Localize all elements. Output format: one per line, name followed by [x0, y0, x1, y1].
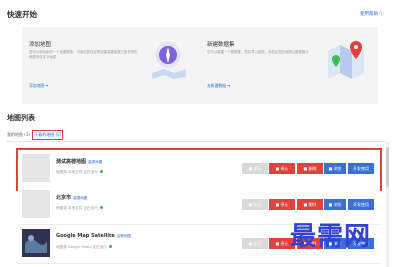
stop-button[interactable]: ■ 停止 [269, 199, 295, 210]
dev-use-button[interactable]: 开发使用 [348, 199, 374, 210]
list-scrollbar[interactable] [386, 142, 389, 267]
stop-button[interactable]: ■ 停止 [269, 163, 295, 174]
create-dataset-title: 新建数据集 [207, 42, 235, 48]
map-pin-illustration-icon [328, 41, 364, 79]
map-name: 北京市 高德地图 [56, 195, 88, 201]
tab-my-maps[interactable]: 我的地图 (3) [7, 132, 30, 138]
delete-button[interactable]: ■ 删除 [297, 199, 323, 210]
scrollbar-thumb[interactable] [386, 147, 389, 187]
list-divider [7, 141, 385, 142]
quick-start-title: 快速开始 [7, 10, 37, 19]
browse-button[interactable]: ■ 浏览 [324, 163, 346, 174]
map-row[interactable]: 测试高德地图 高德地图 地图源 本地文件 正在运行 ■ 运行 ■ 停止 ■ 删除 … [16, 148, 382, 191]
map-meta: 地图源 本地文件 正在运行 [56, 206, 103, 211]
map-type-badge: 高德地图 [73, 196, 88, 200]
watermark: 最需网 [290, 222, 372, 252]
add-map-desc: 您可以添加新的一个地图服务，可添加您在谷歌或者高德或其它服务商的地图来自定义地图 [29, 50, 138, 60]
run-button[interactable]: ■ 运行 [242, 163, 268, 174]
add-map-title: 添加地图 [29, 42, 52, 48]
map-meta: 地图源 本地文件 正在运行 [56, 170, 103, 175]
run-button[interactable]: ■ 运行 [242, 199, 268, 210]
create-dataset-link[interactable]: 去新建数据 ➔ [207, 83, 230, 89]
delete-button[interactable]: ■ 删除 [297, 163, 323, 174]
map-list-title: 地图列表 [7, 114, 35, 122]
help-link[interactable]: 使用帮助 ⓘ [360, 11, 384, 17]
tab-downloaded-maps[interactable]: 下载的地图 (0) [32, 130, 64, 140]
create-dataset-card[interactable]: 新建数据集 您可以新建一个数据集，然后导入数据，添加至您的地图以数据展示 去新建… [200, 27, 378, 104]
create-dataset-desc: 您可以新建一个数据集，然后导入数据，添加至您的地图以数据展示 [207, 50, 309, 54]
status-dot-icon [108, 245, 112, 248]
map-type-badge: 谷歌地图 [116, 234, 132, 238]
add-map-card[interactable]: 添加地图 您可以添加新的一个地图服务，可添加您在谷歌或者高德或其它服务商的地图来… [22, 27, 200, 104]
map-name: Google Map Satellite 谷歌地图 [56, 233, 132, 239]
map-list-tabs: 我的地图 (3) 下载的地图 (0) [7, 130, 64, 140]
compass-illustration-icon [152, 42, 186, 79]
add-map-link[interactable]: 添加地图 ➔ [29, 83, 49, 89]
status-dot-icon [99, 206, 103, 209]
dev-use-button[interactable]: 开发使用 [348, 163, 374, 174]
map-type-badge: 高德地图 [88, 160, 103, 164]
map-thumbnail [22, 190, 50, 218]
map-name: 测试高德地图 高德地图 [56, 159, 103, 165]
map-thumbnail [22, 154, 50, 182]
run-button[interactable]: ■ 运行 [242, 238, 268, 249]
satellite-map-icon [22, 229, 50, 257]
status-dot-icon [99, 170, 103, 173]
map-meta: 地图源 Google Maps 正在运行 [56, 245, 112, 250]
map-thumbnail [22, 229, 50, 257]
browse-button[interactable]: ■ 浏览 [324, 199, 346, 210]
